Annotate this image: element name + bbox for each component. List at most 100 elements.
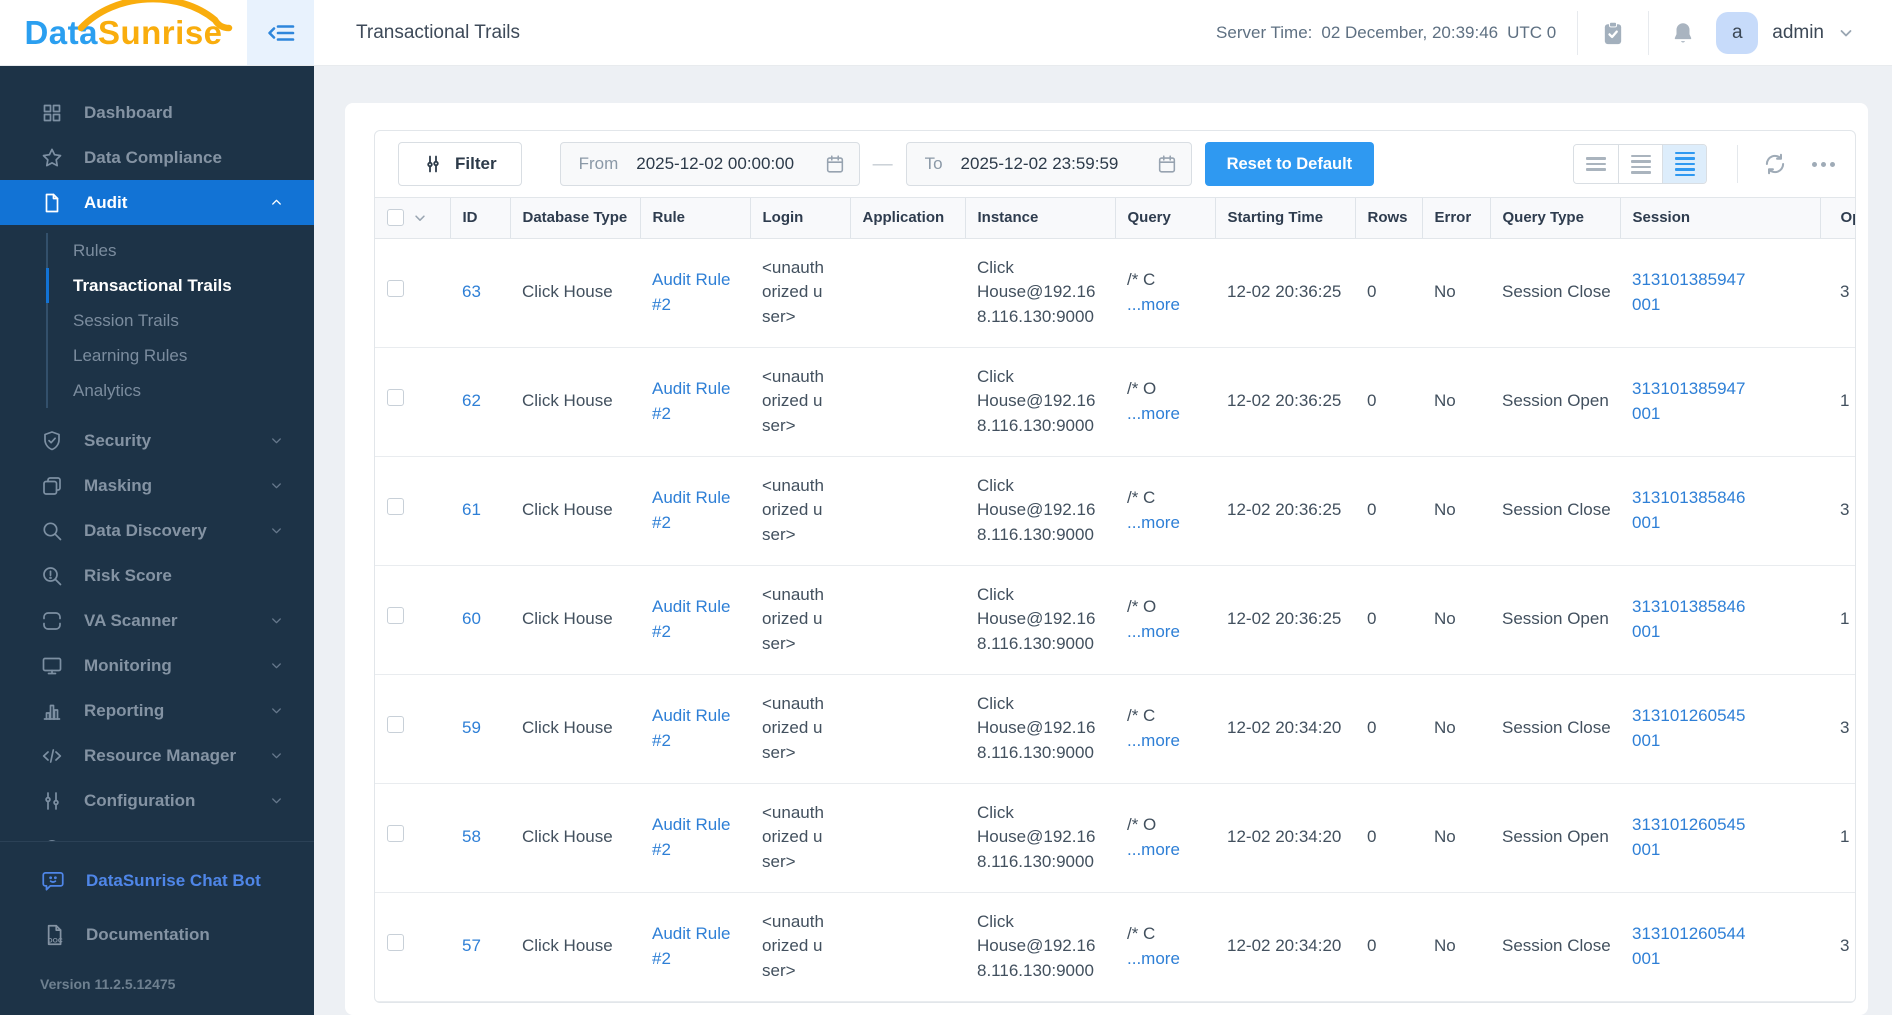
session-link[interactable]: 313101385846001	[1632, 486, 1750, 535]
sidebar-item-audit[interactable]: Audit	[0, 180, 314, 225]
query-more-link[interactable]: ...more	[1127, 511, 1203, 536]
calendar-icon[interactable]	[1156, 153, 1178, 175]
sidebar-item-label: VA Scanner	[84, 610, 178, 630]
col-instance[interactable]: Instance	[964, 198, 1115, 239]
id-link[interactable]: 60	[462, 609, 481, 628]
rule-link[interactable]: Audit Rule #2	[652, 924, 730, 968]
session-link[interactable]: 313101260544001	[1632, 922, 1750, 971]
cell-starting-time: 12-02 20:36:25	[1215, 565, 1355, 675]
id-link[interactable]: 59	[462, 718, 481, 737]
sidebar-subitem-session-trails[interactable]: Session Trails	[46, 303, 314, 338]
rule-link[interactable]: Audit Rule #2	[652, 488, 730, 532]
sidebar-subitem-rules[interactable]: Rules	[46, 233, 314, 268]
sidebar-item-va-scanner[interactable]: VA Scanner	[0, 598, 314, 643]
query-more-link[interactable]: ...more	[1127, 402, 1203, 427]
partially-visible-menu-item[interactable]	[0, 823, 314, 841]
query-more-link[interactable]: ...more	[1127, 729, 1203, 754]
cell-database-type: Click House	[510, 565, 640, 675]
sidebar-item-datasunrise-chat-bot[interactable]: DataSunrise Chat Bot	[40, 868, 314, 894]
sidebar-item-data-compliance[interactable]: Data Compliance	[0, 135, 314, 180]
tasks-clipboard-button[interactable]	[1599, 19, 1627, 47]
id-link[interactable]: 57	[462, 936, 481, 955]
row-checkbox[interactable]	[387, 280, 404, 298]
sidebar-collapse-button[interactable]	[247, 0, 314, 65]
col-query[interactable]: Query	[1114, 198, 1215, 239]
row-checkbox[interactable]	[387, 934, 404, 952]
id-link[interactable]: 58	[462, 827, 481, 846]
session-link[interactable]: 313101260545001	[1632, 813, 1750, 862]
table-row: 59 Click House Audit Rule #2 <unauthorized …	[375, 674, 1855, 784]
sidebar-item-dashboard[interactable]: Dashboard	[0, 90, 314, 135]
col-starting-time[interactable]: Starting Time	[1214, 198, 1355, 239]
notifications-button[interactable]	[1670, 20, 1696, 46]
cell-id: 57	[450, 892, 510, 1002]
sidebar-item-configuration[interactable]: Configuration	[0, 778, 314, 823]
row-checkbox[interactable]	[387, 607, 404, 625]
col-id[interactable]: ID	[449, 198, 510, 239]
session-link[interactable]: 313101385947001	[1632, 268, 1750, 317]
row-checkbox[interactable]	[387, 716, 404, 734]
density-comfortable-button[interactable]	[1574, 145, 1618, 183]
sidebar-subitem-transactional-trails[interactable]: Transactional Trails	[46, 268, 314, 303]
cell-login: <unauthorized user>	[750, 674, 850, 784]
row-select-cell	[375, 565, 450, 675]
filter-button[interactable]: Filter	[398, 142, 522, 186]
col-op[interactable]: Op	[1819, 198, 1855, 239]
sidebar-item-monitoring[interactable]: Monitoring	[0, 643, 314, 688]
rule-link[interactable]: Audit Rule #2	[652, 379, 730, 423]
id-link[interactable]: 62	[462, 391, 481, 410]
query-more-link[interactable]: ...more	[1127, 838, 1203, 863]
col-error[interactable]: Error	[1421, 198, 1490, 239]
transactional-trails-table-wrap: ID Database Type Rule Login Application Insta…	[375, 197, 1855, 1002]
rule-link[interactable]: Audit Rule #2	[652, 597, 730, 641]
rule-link[interactable]: Audit Rule #2	[652, 706, 730, 750]
density-compact-button[interactable]	[1662, 145, 1706, 183]
calendar-icon[interactable]	[824, 153, 846, 175]
id-link[interactable]: 63	[462, 282, 481, 301]
date-from-field[interactable]: From 2025-12-02 00:00:00	[559, 142, 860, 186]
cell-login: <unauthorized user>	[750, 565, 850, 675]
user-menu[interactable]: a admin	[1716, 11, 1854, 54]
session-link[interactable]: 313101385947001	[1632, 377, 1750, 426]
col-login[interactable]: Login	[749, 198, 850, 239]
row-checkbox[interactable]	[387, 389, 404, 407]
col-session[interactable]: Session	[1619, 198, 1820, 239]
sidebar-item-data-discovery[interactable]: Data Discovery	[0, 508, 314, 553]
query-more-link[interactable]: ...more	[1127, 947, 1203, 972]
row-checkbox[interactable]	[387, 825, 404, 843]
reset-to-default-button[interactable]: Reset to Default	[1204, 142, 1375, 186]
rule-link[interactable]: Audit Rule #2	[652, 815, 730, 859]
date-to-field[interactable]: To 2025-12-02 23:59:59	[905, 142, 1192, 186]
col-rows[interactable]: Rows	[1354, 198, 1422, 239]
sidebar-item-documentation[interactable]: DOC Documentation	[40, 922, 314, 948]
col-database-type[interactable]: Database Type	[509, 198, 640, 239]
sidebar-item-resource-manager[interactable]: Resource Manager	[0, 733, 314, 778]
select-all-checkbox[interactable]	[387, 209, 404, 227]
from-label: From	[578, 154, 619, 173]
col-query-type[interactable]: Query Type	[1489, 198, 1620, 239]
density-medium-button[interactable]	[1618, 145, 1662, 183]
refresh-button[interactable]	[1762, 151, 1788, 177]
sidebar-item-security[interactable]: Security	[0, 418, 314, 463]
divider	[1577, 10, 1579, 55]
sidebar-subitem-analytics[interactable]: Analytics	[46, 373, 314, 408]
more-options-button[interactable]	[1812, 161, 1835, 167]
sidebar-subitem-learning-rules[interactable]: Learning Rules	[46, 338, 314, 373]
rule-link[interactable]: Audit Rule #2	[652, 270, 730, 314]
datasunrise-logo[interactable]: DataSunrise	[24, 0, 232, 52]
col-application[interactable]: Application	[849, 198, 965, 239]
session-link[interactable]: 313101385846001	[1632, 595, 1750, 644]
sidebar-item-reporting[interactable]: Reporting	[0, 688, 314, 733]
query-more-link[interactable]: ...more	[1127, 620, 1203, 645]
selection-menu-chevron-icon[interactable]	[413, 211, 427, 225]
session-link[interactable]: 313101260545001	[1632, 704, 1750, 753]
sidebar-item-masking[interactable]: Masking	[0, 463, 314, 508]
sidebar-item-risk-score[interactable]: Risk Score	[0, 553, 314, 598]
query-more-link[interactable]: ...more	[1127, 293, 1203, 318]
row-checkbox[interactable]	[387, 498, 404, 516]
cell-query-type: Session Open	[1490, 565, 1620, 675]
col-rule[interactable]: Rule	[639, 198, 750, 239]
cell-error: No	[1422, 674, 1490, 784]
sliders-icon	[40, 789, 64, 813]
id-link[interactable]: 61	[462, 500, 481, 519]
